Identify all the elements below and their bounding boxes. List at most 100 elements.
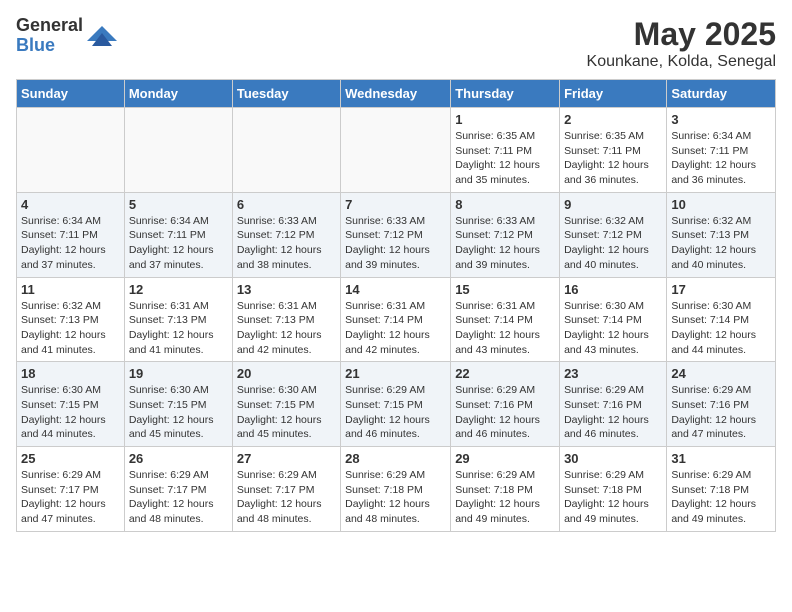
day-info: Sunrise: 6:29 AM Sunset: 7:17 PM Dayligh… [129,468,228,527]
calendar-cell: 6 Sunrise: 6:33 AM Sunset: 7:12 PM Daylig… [232,192,340,277]
day-number: 1 [455,112,555,127]
day-number: 17 [671,282,771,297]
calendar-cell [124,108,232,193]
day-number: 23 [564,366,662,381]
calendar-cell: 23 Sunrise: 6:29 AM Sunset: 7:16 PM Dayli… [560,362,667,447]
day-number: 9 [564,197,662,212]
calendar-cell: 11 Sunrise: 6:32 AM Sunset: 7:13 PM Dayli… [17,277,125,362]
calendar-table: SundayMondayTuesdayWednesdayThursdayFrid… [16,79,776,532]
calendar-week-row: 18 Sunrise: 6:30 AM Sunset: 7:15 PM Dayli… [17,362,776,447]
day-info: Sunrise: 6:30 AM Sunset: 7:14 PM Dayligh… [564,299,662,358]
day-info: Sunrise: 6:32 AM Sunset: 7:13 PM Dayligh… [21,299,120,358]
day-number: 2 [564,112,662,127]
calendar-cell: 1 Sunrise: 6:35 AM Sunset: 7:11 PM Daylig… [451,108,560,193]
day-info: Sunrise: 6:29 AM Sunset: 7:17 PM Dayligh… [237,468,336,527]
calendar-cell: 29Sunrise: 6:29 AM Sunset: 7:18 PM Dayli… [451,447,560,532]
day-number: 24 [671,366,771,381]
calendar-cell: 12Sunrise: 6:31 AM Sunset: 7:13 PM Dayli… [124,277,232,362]
day-info: Sunrise: 6:29 AM Sunset: 7:16 PM Dayligh… [671,383,771,442]
calendar-cell: 9Sunrise: 6:32 AM Sunset: 7:12 PM Daylig… [560,192,667,277]
day-info: Sunrise: 6:30 AM Sunset: 7:15 PM Dayligh… [129,383,228,442]
day-number: 16 [564,282,662,297]
calendar-cell [341,108,451,193]
calendar-cell: 13 Sunrise: 6:31 AM Sunset: 7:13 PM Dayli… [232,277,340,362]
day-number: 26 [129,451,228,466]
weekday-header-wednesday: Wednesday [341,80,451,108]
calendar-cell [17,108,125,193]
day-info: Sunrise: 6:29 AM Sunset: 7:18 PM Dayligh… [455,468,555,527]
location-subtitle: Kounkane, Kolda, Senegal [587,53,776,71]
calendar-cell: 8 Sunrise: 6:33 AM Sunset: 7:12 PM Daylig… [451,192,560,277]
day-info: Sunrise: 6:35 AM Sunset: 7:11 PM Dayligh… [564,129,662,188]
calendar-cell: 18 Sunrise: 6:30 AM Sunset: 7:15 PM Dayli… [17,362,125,447]
day-number: 30 [564,451,662,466]
day-number: 13 [237,282,336,297]
day-number: 14 [345,282,446,297]
day-info: Sunrise: 6:29 AM Sunset: 7:18 PM Dayligh… [671,468,771,527]
day-number: 18 [21,366,120,381]
day-info: Sunrise: 6:31 AM Sunset: 7:13 PM Dayligh… [237,299,336,358]
day-number: 25 [21,451,120,466]
day-info: Sunrise: 6:29 AM Sunset: 7:17 PM Dayligh… [21,468,120,527]
day-info: Sunrise: 6:29 AM Sunset: 7:18 PM Dayligh… [345,468,446,527]
day-info: Sunrise: 6:33 AM Sunset: 7:12 PM Dayligh… [237,214,336,273]
day-info: Sunrise: 6:29 AM Sunset: 7:18 PM Dayligh… [564,468,662,527]
day-info: Sunrise: 6:33 AM Sunset: 7:12 PM Dayligh… [455,214,555,273]
day-number: 4 [21,197,120,212]
weekday-header-friday: Friday [560,80,667,108]
day-info: Sunrise: 6:32 AM Sunset: 7:13 PM Dayligh… [671,214,771,273]
month-year-title: May 2025 [587,16,776,53]
day-number: 21 [345,366,446,381]
calendar-cell: 10Sunrise: 6:32 AM Sunset: 7:13 PM Dayli… [667,192,776,277]
calendar-cell: 14 Sunrise: 6:31 AM Sunset: 7:14 PM Dayli… [341,277,451,362]
day-number: 11 [21,282,120,297]
day-info: Sunrise: 6:34 AM Sunset: 7:11 PM Dayligh… [21,214,120,273]
logo-blue-text: Blue [16,36,83,56]
calendar-cell: 24 Sunrise: 6:29 AM Sunset: 7:16 PM Dayli… [667,362,776,447]
calendar-cell: 25 Sunrise: 6:29 AM Sunset: 7:17 PM Dayli… [17,447,125,532]
logo: General Blue [16,16,117,56]
calendar-cell: 2 Sunrise: 6:35 AM Sunset: 7:11 PM Daylig… [560,108,667,193]
day-info: Sunrise: 6:35 AM Sunset: 7:11 PM Dayligh… [455,129,555,188]
calendar-cell: 17 Sunrise: 6:30 AM Sunset: 7:14 PM Dayli… [667,277,776,362]
day-number: 12 [129,282,228,297]
day-info: Sunrise: 6:34 AM Sunset: 7:11 PM Dayligh… [671,129,771,188]
calendar-cell: 5Sunrise: 6:34 AM Sunset: 7:11 PM Daylig… [124,192,232,277]
weekday-header-tuesday: Tuesday [232,80,340,108]
day-number: 22 [455,366,555,381]
calendar-cell: 16 Sunrise: 6:30 AM Sunset: 7:14 PM Dayli… [560,277,667,362]
calendar-cell: 3Sunrise: 6:34 AM Sunset: 7:11 PM Daylig… [667,108,776,193]
weekday-header-thursday: Thursday [451,80,560,108]
day-info: Sunrise: 6:29 AM Sunset: 7:16 PM Dayligh… [564,383,662,442]
calendar-cell: 4 Sunrise: 6:34 AM Sunset: 7:11 PM Daylig… [17,192,125,277]
calendar-week-row: 25 Sunrise: 6:29 AM Sunset: 7:17 PM Dayli… [17,447,776,532]
weekday-header-saturday: Saturday [667,80,776,108]
calendar-cell: 7Sunrise: 6:33 AM Sunset: 7:12 PM Daylig… [341,192,451,277]
day-info: Sunrise: 6:31 AM Sunset: 7:14 PM Dayligh… [345,299,446,358]
day-info: Sunrise: 6:30 AM Sunset: 7:14 PM Dayligh… [671,299,771,358]
day-number: 7 [345,197,446,212]
calendar-week-row: 4 Sunrise: 6:34 AM Sunset: 7:11 PM Daylig… [17,192,776,277]
day-number: 27 [237,451,336,466]
day-info: Sunrise: 6:30 AM Sunset: 7:15 PM Dayligh… [21,383,120,442]
title-block: May 2025 Kounkane, Kolda, Senegal [587,16,776,71]
page-header: General Blue May 2025 Kounkane, Kolda, S… [16,16,776,71]
calendar-header-row: SundayMondayTuesdayWednesdayThursdayFrid… [17,80,776,108]
day-number: 8 [455,197,555,212]
day-number: 19 [129,366,228,381]
calendar-cell: 28 Sunrise: 6:29 AM Sunset: 7:18 PM Dayli… [341,447,451,532]
day-number: 28 [345,451,446,466]
logo-general-text: General [16,16,83,36]
logo-icon [87,21,117,51]
weekday-header-sunday: Sunday [17,80,125,108]
day-number: 5 [129,197,228,212]
day-number: 31 [671,451,771,466]
calendar-cell: 19 Sunrise: 6:30 AM Sunset: 7:15 PM Dayli… [124,362,232,447]
day-number: 6 [237,197,336,212]
day-info: Sunrise: 6:29 AM Sunset: 7:16 PM Dayligh… [455,383,555,442]
calendar-cell: 22 Sunrise: 6:29 AM Sunset: 7:16 PM Dayli… [451,362,560,447]
calendar-cell: 20Sunrise: 6:30 AM Sunset: 7:15 PM Dayli… [232,362,340,447]
calendar-cell: 15Sunrise: 6:31 AM Sunset: 7:14 PM Dayli… [451,277,560,362]
day-info: Sunrise: 6:29 AM Sunset: 7:15 PM Dayligh… [345,383,446,442]
day-number: 15 [455,282,555,297]
